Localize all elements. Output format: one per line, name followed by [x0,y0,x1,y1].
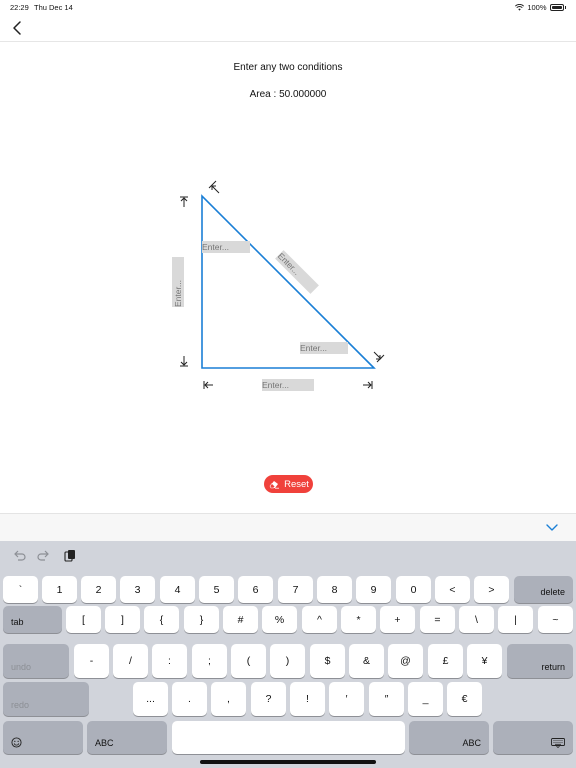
key[interactable]: 1 [42,576,77,603]
key[interactable]: % [262,606,297,633]
key[interactable]: - [74,644,109,678]
keyboard-hide-icon [551,738,565,748]
height-arrow-down-icon [180,356,188,367]
key[interactable]: * [341,606,376,633]
emoji-key[interactable] [3,721,83,754]
undo-icon[interactable] [12,549,26,563]
key[interactable]: . [172,682,207,716]
keyboard-accessory-bar [0,513,576,541]
emoji-icon [11,737,22,748]
abc-key-right[interactable]: ABC [409,721,489,754]
redo-icon[interactable] [37,549,51,563]
key[interactable]: ; [192,644,227,678]
undo-key[interactable]: undo [3,644,69,678]
home-indicator [200,760,376,764]
key[interactable]: _ [408,682,443,716]
key[interactable]: 2 [81,576,116,603]
key[interactable]: + [380,606,415,633]
right-triangle [201,194,376,369]
key[interactable]: ″ [369,682,404,716]
hypotenuse-arrow-bottom-icon [373,351,385,363]
delete-key[interactable]: delete [514,576,573,603]
key[interactable]: } [184,606,219,633]
key[interactable]: ~ [538,606,573,633]
key[interactable]: @ [388,644,423,678]
key[interactable]: | [498,606,533,633]
key[interactable]: < [435,576,470,603]
return-key[interactable]: return [507,644,573,678]
key[interactable]: ) [270,644,305,678]
key[interactable]: 6 [238,576,273,603]
height-arrow-up-icon [180,196,188,207]
key[interactable]: 5 [199,576,234,603]
key[interactable]: [ [66,606,101,633]
bottom-angle-input[interactable] [300,342,348,354]
base-input[interactable] [262,379,314,391]
key[interactable]: 4 [160,576,195,603]
key[interactable]: 8 [317,576,352,603]
key[interactable]: = [420,606,455,633]
key[interactable]: ′ [329,682,364,716]
key[interactable]: ¥ [467,644,502,678]
key[interactable]: # [223,606,258,633]
reset-button[interactable]: Reset [264,475,313,493]
height-input[interactable] [172,257,184,307]
space-key[interactable] [172,721,405,754]
key[interactable]: ? [251,682,286,716]
key[interactable]: > [474,576,509,603]
key[interactable]: ... [133,682,168,716]
key[interactable]: ] [105,606,140,633]
hypotenuse-arrow-top-icon [208,180,220,194]
key[interactable]: / [113,644,148,678]
key[interactable]: $ [310,644,345,678]
top-angle-input[interactable] [202,241,250,253]
base-arrow-right-icon [363,381,373,389]
key[interactable]: 3 [120,576,155,603]
key[interactable]: € [447,682,482,716]
redo-key[interactable]: redo [3,682,89,716]
key[interactable]: 9 [356,576,391,603]
key[interactable]: 0 [396,576,431,603]
key[interactable]: 7 [278,576,313,603]
key[interactable]: ! [290,682,325,716]
tab-key[interactable]: tab [3,606,62,633]
chevron-down-icon[interactable] [546,523,558,532]
key[interactable]: : [152,644,187,678]
key[interactable]: ` [3,576,38,603]
key[interactable]: \ [459,606,494,633]
key[interactable]: { [144,606,179,633]
eraser-icon [269,481,280,489]
key[interactable]: ^ [302,606,337,633]
hide-keyboard-key[interactable] [493,721,573,754]
keyboard: ` 1 2 3 4 5 6 7 8 9 0 < > delete tab [ ]… [0,541,576,768]
key[interactable]: & [349,644,384,678]
key[interactable]: ( [231,644,266,678]
key[interactable]: £ [428,644,463,678]
clipboard-paste-icon[interactable] [63,549,77,563]
abc-key-left[interactable]: ABC [87,721,167,754]
keyboard-toolbar [0,541,576,573]
reset-label: Reset [284,478,309,490]
base-arrow-left-icon [203,381,213,389]
key[interactable]: , [211,682,246,716]
